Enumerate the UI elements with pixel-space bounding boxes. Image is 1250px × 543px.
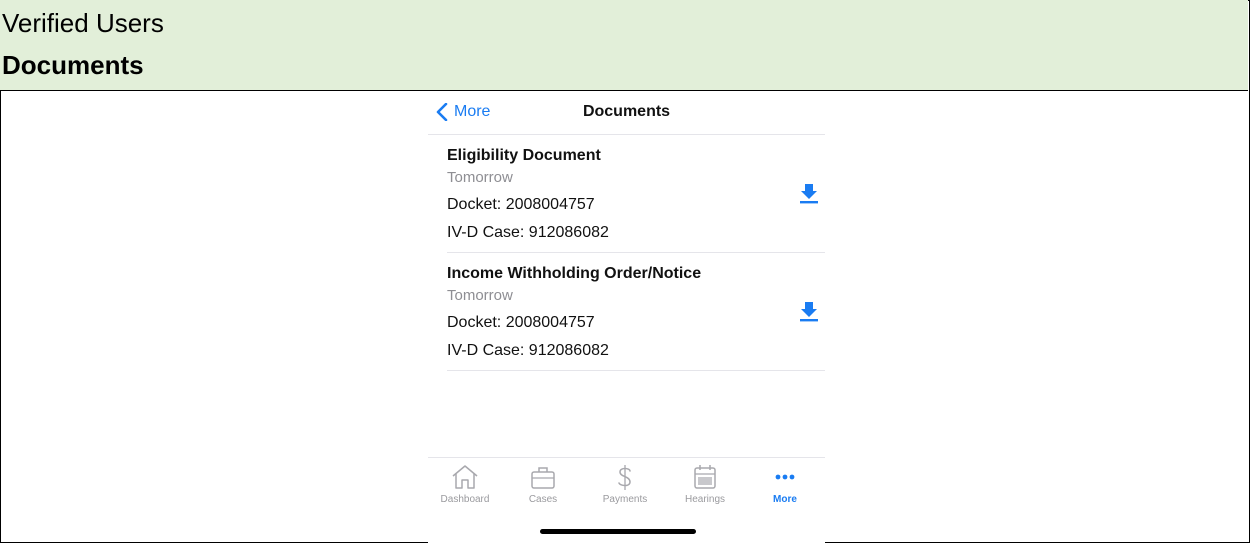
document-docket: Docket: 2008004757 bbox=[447, 314, 595, 331]
more-dots-icon bbox=[775, 474, 795, 480]
tab-label: Dashboard bbox=[440, 494, 490, 505]
home-indicator[interactable] bbox=[540, 529, 696, 534]
tab-label: Hearings bbox=[684, 494, 726, 505]
tab-more[interactable]: More bbox=[750, 462, 820, 512]
home-icon bbox=[452, 465, 478, 489]
document-title: Eligibility Document bbox=[447, 147, 601, 164]
calendar-icon bbox=[694, 465, 716, 489]
download-icon bbox=[800, 302, 818, 322]
nav-bar: More Documents bbox=[428, 91, 825, 135]
tab-dashboard[interactable]: Dashboard bbox=[430, 462, 500, 512]
caption-subtitle: Documents bbox=[2, 50, 144, 80]
document-docket: Docket: 2008004757 bbox=[447, 196, 595, 213]
download-button[interactable] bbox=[797, 299, 821, 323]
document-date: Tomorrow bbox=[447, 287, 513, 304]
tab-hearings[interactable]: Hearings bbox=[670, 462, 740, 512]
dollar-icon bbox=[618, 465, 631, 490]
list-item: Eligibility Document Tomorrow Docket: 20… bbox=[447, 135, 825, 253]
tab-cases[interactable]: Cases bbox=[508, 462, 578, 512]
document-date: Tomorrow bbox=[447, 169, 513, 186]
list-item: Income Withholding Order/Notice Tomorrow… bbox=[447, 253, 825, 371]
document-case: IV-D Case: 912086082 bbox=[447, 224, 609, 241]
briefcase-icon bbox=[531, 467, 555, 489]
download-button[interactable] bbox=[797, 181, 821, 205]
tab-label: More bbox=[773, 494, 797, 505]
caption-title: Verified Users bbox=[2, 8, 164, 38]
documents-list: Eligibility Document Tomorrow Docket: 20… bbox=[447, 135, 825, 371]
document-title: Income Withholding Order/Notice bbox=[447, 265, 702, 282]
tab-payments[interactable]: Payments bbox=[590, 462, 660, 512]
tab-label: Cases bbox=[528, 494, 558, 505]
tab-label: Payments bbox=[602, 494, 648, 505]
phone-screen: More Documents Eligibility Document Tomo… bbox=[428, 91, 825, 543]
tab-bar: Dashboard Cases Payments Hearings More bbox=[428, 457, 825, 514]
document-case: IV-D Case: 912086082 bbox=[447, 342, 609, 359]
caption-header: Verified Users Documents bbox=[0, 0, 1248, 91]
nav-title: Documents bbox=[582, 103, 671, 120]
download-icon bbox=[800, 184, 818, 204]
